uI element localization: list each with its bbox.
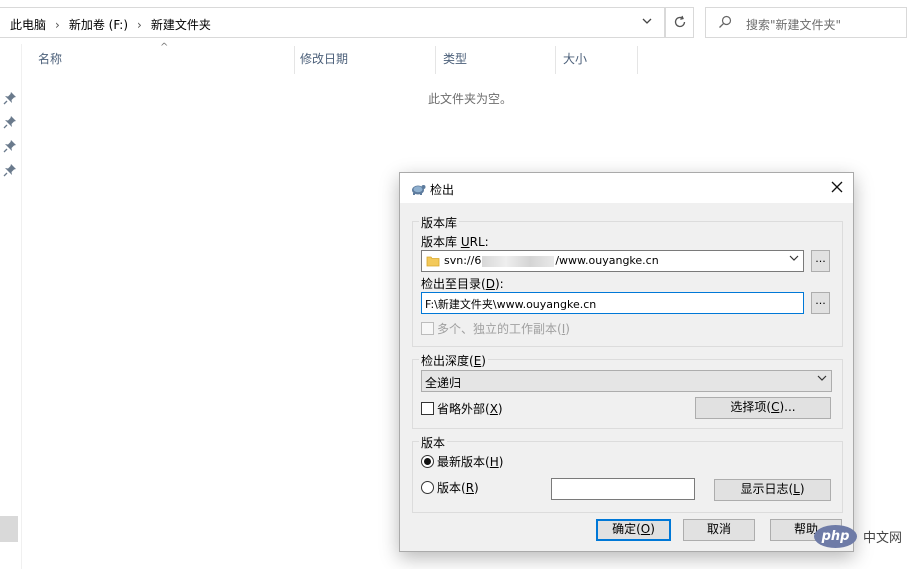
address-bar[interactable]: 此电脑 › 新加卷 (F:) › 新建文件夹 <box>0 7 665 38</box>
refresh-button[interactable] <box>665 7 694 38</box>
close-button[interactable] <box>824 176 850 200</box>
column-header-size[interactable]: 大小 <box>555 46 637 74</box>
head-revision-label: 最新版本(H) <box>437 455 504 469</box>
breadcrumb-drive[interactable]: 新加卷 (F:) <box>69 16 128 33</box>
search-icon <box>719 15 732 28</box>
multiple-working-copies-label: 多个、独立的工作副本(I) <box>437 322 570 336</box>
repository-url-label: 版本库 URL: <box>421 235 489 249</box>
revision-number-input[interactable] <box>551 478 695 500</box>
revision-group: 版本 <box>412 434 843 513</box>
specific-revision-radio[interactable] <box>421 481 434 494</box>
pin-icon[interactable] <box>3 115 17 129</box>
column-header-type[interactable]: 类型 <box>435 46 555 74</box>
php-logo: php <box>814 525 857 548</box>
pin-icon[interactable] <box>3 91 17 105</box>
breadcrumb-chevron-icon[interactable]: › <box>55 18 60 32</box>
checkout-depth-value: 全递归 <box>425 376 462 390</box>
chevron-down-icon[interactable] <box>817 373 827 386</box>
revision-group-title: 版本 <box>419 434 448 451</box>
checkout-directory-value: F:\新建文件夹\www.ouyangke.cn <box>425 298 597 311</box>
breadcrumb: 此电脑 › 新加卷 (F:) › 新建文件夹 <box>10 16 211 33</box>
column-header-date-modified[interactable]: 修改日期 <box>292 46 435 74</box>
dialog-title: 检出 <box>430 183 455 197</box>
browse-directory-button[interactable]: ... <box>811 292 830 314</box>
close-icon <box>831 181 843 193</box>
show-log-button[interactable]: 显示日志(L) <box>714 479 831 501</box>
breadcrumb-folder[interactable]: 新建文件夹 <box>151 16 211 33</box>
tortoisesvn-icon <box>412 185 426 195</box>
chevron-down-icon[interactable] <box>789 253 799 266</box>
search-placeholder: 搜索"新建文件夹" <box>746 18 842 32</box>
omit-externals-checkbox[interactable] <box>421 402 434 415</box>
cancel-button[interactable]: 取消 <box>683 519 755 541</box>
checkout-depth-select[interactable]: 全递归 <box>421 370 832 392</box>
pin-icon[interactable] <box>3 163 17 177</box>
address-bar-row: 此电脑 › 新加卷 (F:) › 新建文件夹 搜索"新建文件夹" <box>0 0 915 44</box>
head-revision-radio[interactable] <box>421 455 434 468</box>
column-header-name[interactable]: 名称 <box>30 46 292 74</box>
pin-icon[interactable] <box>3 139 17 153</box>
site-watermark: php 中文网 <box>814 525 902 548</box>
repository-group-title: 版本库 <box>419 214 460 231</box>
choose-items-button[interactable]: 选择项(C)... <box>695 397 831 419</box>
search-input[interactable]: 搜索"新建文件夹" <box>705 7 907 38</box>
repository-url-value: svn://6/www.ouyangke.cn <box>444 254 659 267</box>
nav-selected-item[interactable] <box>0 516 18 542</box>
browse-repository-button[interactable]: ... <box>811 250 830 272</box>
checkout-dialog: 检出 版本库 版本库 URL: svn://6/www.ouyangke.cn … <box>399 172 854 552</box>
chevron-down-icon[interactable] <box>637 16 657 29</box>
navigation-pane <box>0 44 22 569</box>
specific-revision-label: 版本(R) <box>437 481 479 495</box>
watermark-text: 中文网 <box>863 531 903 546</box>
folder-icon <box>426 256 440 267</box>
breadcrumb-chevron-icon[interactable]: › <box>137 18 142 32</box>
checkout-directory-label: 检出至目录(D): <box>421 277 504 291</box>
omit-externals-label: 省略外部(X) <box>437 402 503 416</box>
checkout-depth-title: 检出深度(E) <box>419 352 488 369</box>
column-header-row: ^ 名称 修改日期 类型 大小 <box>22 42 642 74</box>
column-divider[interactable] <box>637 46 638 74</box>
ok-button[interactable]: 确定(O) <box>596 519 671 541</box>
dialog-title-bar[interactable]: 检出 <box>400 173 853 203</box>
breadcrumb-this-pc[interactable]: 此电脑 <box>10 16 46 33</box>
repository-url-combobox[interactable]: svn://6/www.ouyangke.cn <box>421 250 804 272</box>
empty-folder-message: 此文件夹为空。 <box>428 92 513 106</box>
multiple-working-copies-checkbox[interactable] <box>421 322 434 335</box>
refresh-icon <box>674 15 685 28</box>
checkout-directory-input[interactable]: F:\新建文件夹\www.ouyangke.cn <box>421 292 804 314</box>
